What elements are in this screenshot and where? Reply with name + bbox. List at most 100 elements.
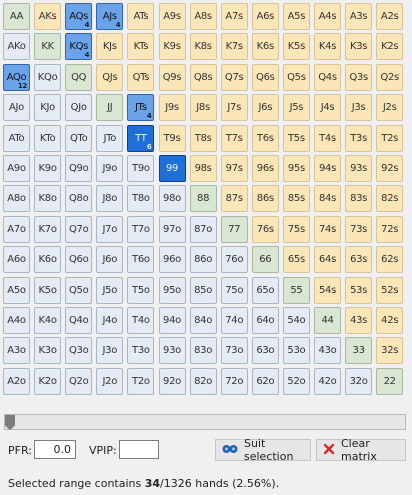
hand-cell-q9o[interactable]: Q9o — [65, 155, 93, 182]
hand-cell-52s[interactable]: 52s — [376, 276, 404, 304]
hand-cell-33[interactable]: 33 — [345, 337, 373, 365]
hand-cell-ako[interactable]: AKo — [3, 33, 30, 61]
hand-cell-t5s[interactable]: T5s — [282, 124, 310, 152]
hand-cell-q8o[interactable]: Q8o — [65, 185, 93, 213]
hand-cell-k9s[interactable]: K9s — [158, 33, 186, 61]
hand-cell-j2s[interactable]: J2s — [376, 94, 404, 122]
hand-cell-92o[interactable]: 92o — [158, 367, 186, 395]
hand-cell-j7s[interactable]: J7s — [220, 94, 248, 122]
vpip-field[interactable] — [119, 440, 159, 459]
hand-cell-62o[interactable]: 62o — [251, 367, 279, 395]
hand-cell-t2s[interactable]: T2s — [376, 124, 404, 152]
hand-cell-q5s[interactable]: Q5s — [282, 63, 310, 91]
hand-cell-65s[interactable]: 65s — [282, 246, 310, 274]
hand-cell-54o[interactable]: 54o — [282, 307, 310, 334]
hand-cell-qjo[interactable]: QJo — [65, 94, 93, 122]
hand-cell-q7o[interactable]: Q7o — [65, 215, 93, 243]
hand-cell-q4s[interactable]: Q4s — [314, 63, 341, 91]
hand-cell-64s[interactable]: 64s — [314, 246, 341, 274]
hand-cell-73o[interactable]: 73o — [220, 337, 248, 365]
hand-cell-99[interactable]: 99 — [158, 155, 186, 182]
hand-cell-q2s[interactable]: Q2s — [376, 63, 404, 91]
hand-cell-k7o[interactable]: K7o — [34, 215, 62, 243]
hand-cell-kqo[interactable]: KQo — [34, 63, 62, 91]
hand-cell-43s[interactable]: 43s — [345, 307, 373, 334]
hand-cell-kqs[interactable]: KQs 4 — [65, 33, 93, 61]
hand-cell-87o[interactable]: 87o — [189, 215, 217, 243]
hand-cell-k2s[interactable]: K2s — [376, 33, 404, 61]
hand-cell-63o[interactable]: 63o — [251, 337, 279, 365]
hand-cell-j8s[interactable]: J8s — [189, 94, 217, 122]
hand-cell-53s[interactable]: 53s — [345, 276, 373, 304]
hand-cell-j5s[interactable]: J5s — [282, 94, 310, 122]
hand-cell-qts[interactable]: QTs — [127, 63, 155, 91]
hand-cell-a9o[interactable]: A9o — [3, 155, 30, 182]
hand-cell-k4s[interactable]: K4s — [314, 33, 341, 61]
hand-cell-kjo[interactable]: KJo — [34, 94, 62, 122]
hand-cell-t5o[interactable]: T5o — [127, 276, 155, 304]
hand-cell-q3o[interactable]: Q3o — [65, 337, 93, 365]
hand-cell-94o[interactable]: 94o — [158, 307, 186, 334]
hand-cell-aks[interactable]: AKs — [34, 3, 62, 30]
hand-cell-t3s[interactable]: T3s — [345, 124, 373, 152]
hand-cell-95o[interactable]: 95o — [158, 276, 186, 304]
hand-cell-aqo[interactable]: AQo 12 — [3, 63, 30, 91]
hand-cell-q5o[interactable]: Q5o — [65, 276, 93, 304]
hand-cell-72o[interactable]: 72o — [220, 367, 248, 395]
hand-cell-96o[interactable]: 96o — [158, 246, 186, 274]
hand-cell-a6s[interactable]: A6s — [251, 3, 279, 30]
hand-cell-j4s[interactable]: J4s — [314, 94, 341, 122]
hand-cell-ats[interactable]: ATs — [127, 3, 155, 30]
hand-cell-66[interactable]: 66 — [251, 246, 279, 274]
hand-cell-t8o[interactable]: T8o — [127, 185, 155, 213]
hand-cell-kjs[interactable]: KJs — [96, 33, 124, 61]
hand-cell-k3s[interactable]: K3s — [345, 33, 373, 61]
hand-cell-k4o[interactable]: K4o — [34, 307, 62, 334]
pfr-field[interactable]: 0.0 — [34, 440, 76, 459]
hand-cell-54s[interactable]: 54s — [314, 276, 341, 304]
hand-cell-j9s[interactable]: J9s — [158, 94, 186, 122]
hand-cell-q9s[interactable]: Q9s — [158, 63, 186, 91]
hand-cell-75s[interactable]: 75s — [282, 215, 310, 243]
hand-cell-96s[interactable]: 96s — [251, 155, 279, 182]
hand-cell-t6s[interactable]: T6s — [251, 124, 279, 152]
hand-cell-t2o[interactable]: T2o — [127, 367, 155, 395]
hand-cell-a7s[interactable]: A7s — [220, 3, 248, 30]
hand-cell-a5s[interactable]: A5s — [282, 3, 310, 30]
hand-cell-t4s[interactable]: T4s — [314, 124, 341, 152]
hand-cell-32s[interactable]: 32s — [376, 337, 404, 365]
hand-cell-a6o[interactable]: A6o — [3, 246, 30, 274]
hand-cell-ajs[interactable]: AJs 4 — [96, 3, 124, 30]
hand-cell-85s[interactable]: 85s — [282, 185, 310, 213]
hand-cell-97s[interactable]: 97s — [220, 155, 248, 182]
hand-cell-a7o[interactable]: A7o — [3, 215, 30, 243]
hand-cell-kk[interactable]: KK — [34, 33, 62, 61]
hand-cell-32o[interactable]: 32o — [345, 367, 373, 395]
hand-cell-84s[interactable]: 84s — [314, 185, 341, 213]
hand-cell-t3o[interactable]: T3o — [127, 337, 155, 365]
hand-cell-76s[interactable]: 76s — [251, 215, 279, 243]
hand-cell-q3s[interactable]: Q3s — [345, 63, 373, 91]
hand-cell-q4o[interactable]: Q4o — [65, 307, 93, 334]
hand-cell-a2s[interactable]: A2s — [376, 3, 404, 30]
hand-cell-j6s[interactable]: J6s — [251, 94, 279, 122]
hand-cell-74o[interactable]: 74o — [220, 307, 248, 334]
suit-selection-button[interactable]: Suit selection — [215, 437, 311, 463]
hand-cell-ato[interactable]: ATo — [3, 124, 30, 152]
hand-cell-84o[interactable]: 84o — [189, 307, 217, 334]
hand-cell-j4o[interactable]: J4o — [96, 307, 124, 334]
hand-cell-t7s[interactable]: T7s — [220, 124, 248, 152]
hand-cell-j3s[interactable]: J3s — [345, 94, 373, 122]
hand-cell-k6o[interactable]: K6o — [34, 246, 62, 274]
hand-cell-76o[interactable]: 76o — [220, 246, 248, 274]
hand-cell-kto[interactable]: KTo — [34, 124, 62, 152]
hand-cell-t9s[interactable]: T9s — [158, 124, 186, 152]
hand-cell-q2o[interactable]: Q2o — [65, 367, 93, 395]
hand-cell-83o[interactable]: 83o — [189, 337, 217, 365]
hand-cell-73s[interactable]: 73s — [345, 215, 373, 243]
hand-cell-74s[interactable]: 74s — [314, 215, 341, 243]
hand-cell-jj[interactable]: JJ — [96, 94, 124, 122]
hand-cell-87s[interactable]: 87s — [220, 185, 248, 213]
hand-cell-82o[interactable]: 82o — [189, 367, 217, 395]
hand-cell-k3o[interactable]: K3o — [34, 337, 62, 365]
